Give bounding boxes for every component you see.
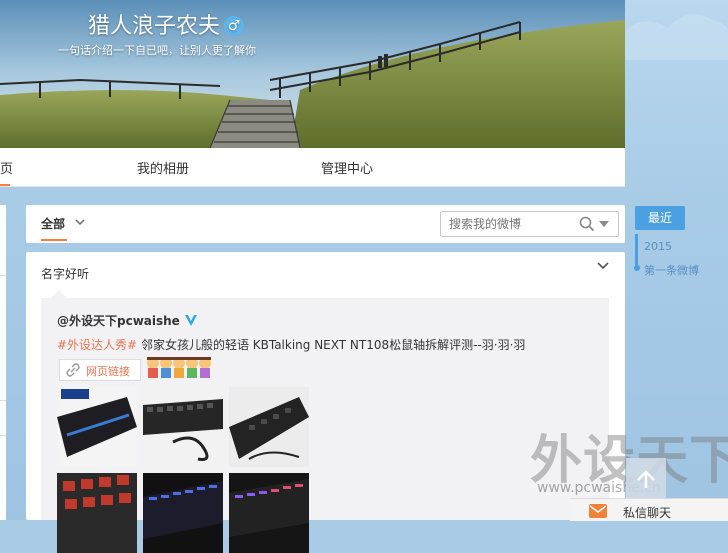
divider — [0, 275, 6, 276]
left-sidebar-edge — [0, 205, 6, 520]
search-input[interactable] — [447, 215, 571, 233]
cloud-decoration — [618, 14, 728, 60]
keyboard-photo[interactable] — [143, 387, 223, 467]
quote-notch — [51, 290, 67, 298]
private-chat-label: 私信聊天 — [623, 506, 672, 520]
divider — [0, 435, 6, 436]
keyboard-photo[interactable] — [229, 387, 309, 467]
feed-filter-bar: 全部 — [26, 205, 625, 243]
timeline-dot — [634, 265, 640, 271]
group-title: 名字好听 — [41, 267, 90, 281]
male-gender-icon: ♂ — [224, 16, 245, 36]
arrow-up-icon — [637, 470, 655, 488]
reposted-weibo: @外设天下pcwaishe #外设达人秀# 邻家女孩儿般的轻语 KBTalkin… — [41, 298, 609, 553]
web-link-button[interactable]: 网页链接 — [59, 359, 141, 381]
mail-icon — [589, 504, 607, 518]
backlit-keyboard-photo — [143, 473, 223, 553]
timeline-first-weibo[interactable]: 第一条微博 — [644, 262, 699, 278]
filter-all-tab[interactable]: 全部 — [41, 215, 67, 241]
keyboard-photo[interactable] — [57, 473, 137, 553]
repost-body: 邻家女孩儿般的轻语 KBTalking NEXT NT108松鼠轴拆解评测--羽… — [137, 338, 526, 352]
emoji-stickers-icon — [147, 357, 211, 378]
search-icon[interactable] — [579, 216, 595, 232]
weibo-search-box — [440, 211, 619, 237]
filter-all-indicator — [41, 239, 67, 241]
chevron-down-icon[interactable] — [74, 217, 86, 227]
back-to-top-button[interactable] — [626, 458, 666, 498]
profile-bio[interactable]: 一句话介绍一下自已吧，让别人更了解你 — [58, 42, 256, 58]
filter-all-label: 全部 — [41, 217, 66, 231]
tab-album[interactable]: 我的相册 — [137, 158, 189, 177]
keyboard-cable-photo — [143, 387, 223, 467]
tab-home-indicator — [0, 184, 10, 186]
search-dropdown-icon[interactable] — [599, 221, 609, 227]
topic-hashtag[interactable]: #外设达人秀# — [57, 338, 137, 352]
rgb-keyboard-photo — [229, 473, 309, 553]
timeline-year[interactable]: 2015 — [644, 240, 672, 253]
profile-nickname: 猎人浪子农夫 ♂ — [88, 8, 245, 40]
repost-author[interactable]: @外设天下pcwaishe — [57, 312, 198, 329]
keyboard-box-photo — [57, 387, 137, 467]
timeline-recent[interactable]: 最近 — [635, 206, 685, 230]
keyboard-photo[interactable] — [57, 387, 137, 467]
nickname-text: 猎人浪子农夫 — [88, 14, 221, 39]
keyboard-photo[interactable] — [143, 473, 223, 553]
author-name: @外设天下pcwaishe — [57, 314, 180, 328]
tab-home[interactable]: 页 — [0, 158, 13, 177]
keyboard-photo[interactable] — [229, 473, 309, 553]
profile-cover: 猎人浪子农夫 ♂ 一句话介绍一下自已吧，让别人更了解你 — [0, 0, 625, 148]
verified-badge-icon — [184, 315, 197, 326]
tab-manage[interactable]: 管理中心 — [321, 158, 373, 177]
red-switches-photo — [57, 473, 137, 553]
private-chat-bar[interactable]: 私信聊天 — [570, 498, 728, 521]
repost-text: #外设达人秀# 邻家女孩儿般的轻语 KBTalking NEXT NT108松鼠… — [57, 336, 525, 353]
divider — [0, 400, 6, 401]
profile-nav: 页 我的相册 管理中心 — [0, 148, 625, 187]
keyboard-angle-photo — [229, 387, 309, 467]
link-icon — [66, 363, 80, 377]
card-menu-chevron-icon[interactable] — [596, 260, 610, 272]
web-link-label: 网页链接 — [86, 365, 130, 378]
